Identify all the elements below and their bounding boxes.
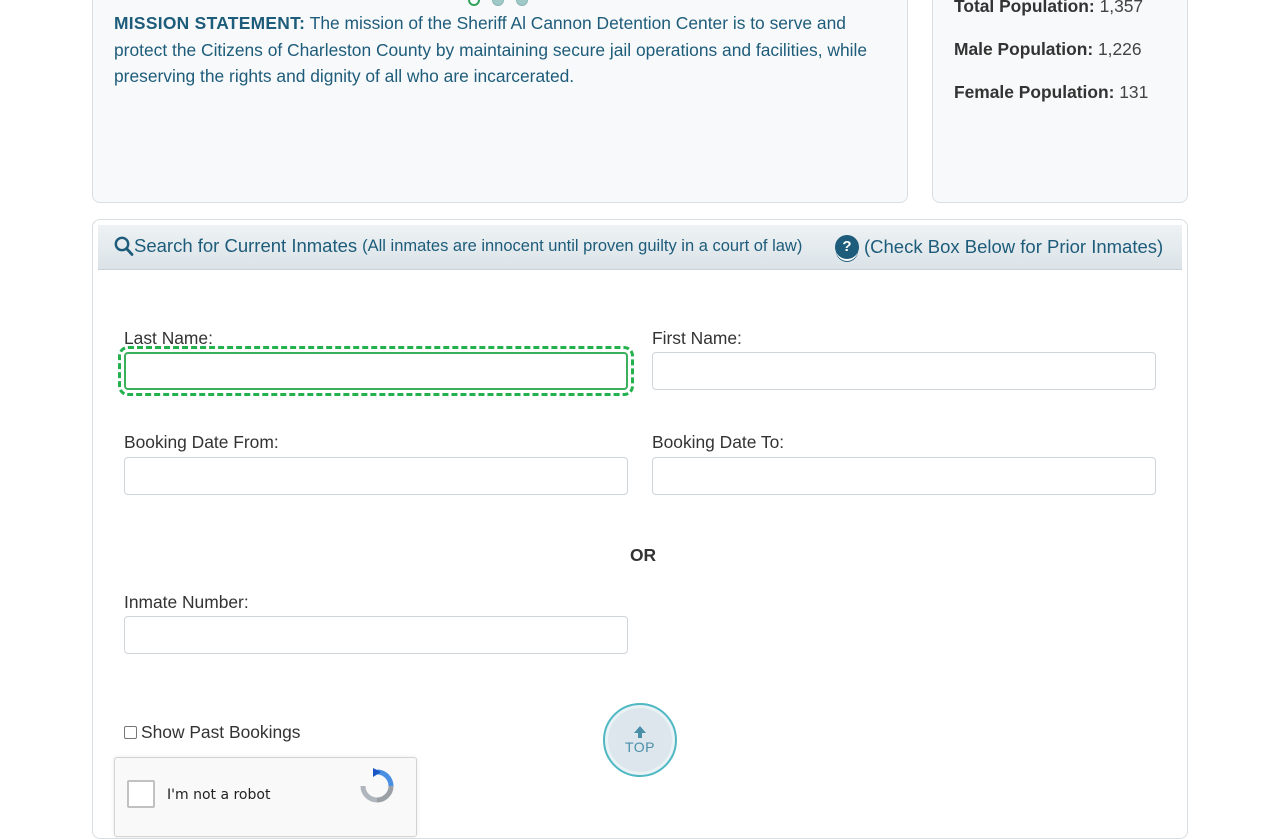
recaptcha-checkbox[interactable] [127, 780, 155, 808]
inmate-number-input[interactable] [124, 616, 628, 654]
help-question-icon[interactable]: ? [835, 235, 859, 259]
total-population-label: Total Population: [954, 0, 1095, 16]
male-population: Male Population: 1,226 [954, 39, 1142, 60]
recaptcha-logo-icon [360, 768, 394, 803]
carousel-dots [468, 0, 528, 6]
carousel-dot-2[interactable] [492, 0, 504, 6]
mission-statement-label: MISSION STATEMENT: [114, 13, 306, 33]
recaptcha-label: I'm not a robot [167, 787, 271, 803]
booking-date-to-label: Booking Date To: [652, 432, 785, 452]
first-name-label: First Name: [652, 328, 742, 348]
inmate-number-label: Inmate Number: [124, 592, 249, 612]
carousel-dot-3[interactable] [516, 0, 528, 6]
help-prior-inmates: ? (Check Box Below for Prior Inmates) [835, 235, 1163, 259]
male-population-label: Male Population: [954, 39, 1094, 59]
first-name-input[interactable] [652, 352, 1156, 390]
back-to-top-label: TOP [624, 739, 656, 755]
arrow-up-icon [634, 726, 646, 738]
mission-statement: MISSION STATEMENT: The mission of the Sh… [114, 10, 889, 90]
search-title-text: Search for Current Inmates [134, 235, 358, 256]
show-past-bookings[interactable]: Show Past Bookings [124, 722, 301, 743]
booking-date-to-input[interactable] [652, 457, 1156, 495]
search-title: Search for Current Inmates (All inmates … [114, 235, 802, 257]
help-text: (Check Box Below for Prior Inmates) [864, 236, 1164, 257]
female-population: Female Population: 131 [954, 82, 1148, 103]
female-population-value: 131 [1119, 82, 1149, 102]
booking-date-from-label: Booking Date From: [124, 432, 279, 452]
back-to-top-button[interactable]: TOP [603, 703, 677, 777]
or-separator: OR [630, 545, 657, 565]
male-population-value: 1,226 [1097, 39, 1142, 59]
recaptcha-widget: I'm not a robot [114, 757, 417, 837]
last-name-label: Last Name: [124, 328, 213, 348]
female-population-label: Female Population: [954, 82, 1115, 102]
booking-date-from-input[interactable] [124, 457, 628, 495]
search-subtitle: (All inmates are innocent until proven g… [362, 236, 803, 255]
last-name-input[interactable] [118, 346, 634, 396]
total-population: Total Population: 1,357 [954, 0, 1143, 17]
search-icon [114, 236, 134, 256]
carousel-dot-1[interactable] [468, 0, 480, 6]
total-population-value: 1,357 [1099, 0, 1144, 16]
show-past-bookings-checkbox[interactable] [124, 726, 137, 739]
show-past-bookings-label: Show Past Bookings [141, 722, 301, 742]
